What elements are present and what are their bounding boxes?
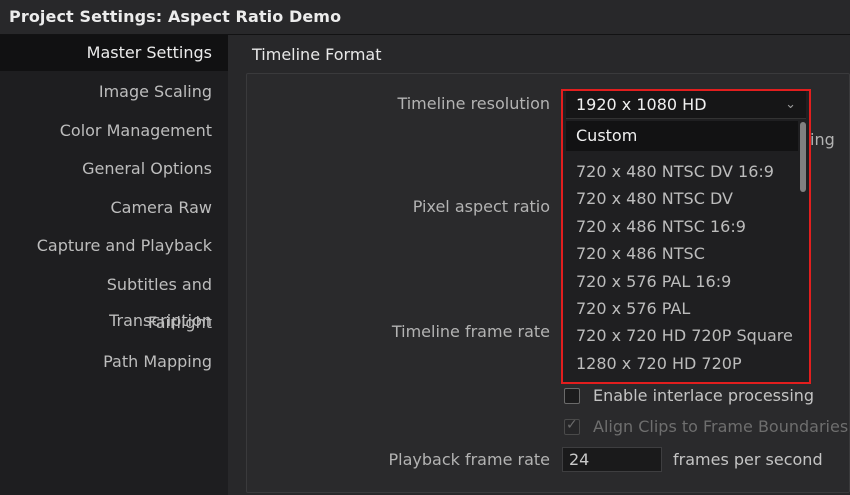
resolution-dropdown[interactable]: 1920 x 1080 HD ⌄	[566, 91, 806, 119]
sidebar-item-image-scaling[interactable]: Image Scaling	[0, 74, 228, 110]
sidebar-item-capture-playback[interactable]: Capture and Playback	[0, 228, 228, 264]
dropdown-scrollbar[interactable]	[798, 122, 808, 380]
partial-option-text: ing	[810, 130, 835, 149]
frames-per-second-label: frames per second	[673, 450, 823, 469]
resolution-option-custom[interactable]: Custom	[566, 121, 798, 151]
resolution-selected-value: 1920 x 1080 HD	[576, 95, 707, 114]
sidebar-item-path-mapping[interactable]: Path Mapping	[0, 344, 228, 380]
sidebar-item-subtitles-transcription[interactable]: Subtitles and Transcription	[0, 267, 228, 330]
align-clips-checkbox-label: Align Clips to Frame Boundaries	[593, 417, 849, 436]
resolution-option[interactable]: 720 x 480 NTSC DV	[566, 185, 798, 212]
checkmark-icon: ✓	[566, 417, 578, 433]
settings-sidebar: Master Settings Image Scaling Color Mana…	[0, 35, 228, 495]
timeline-resolution-label: Timeline resolution	[397, 94, 550, 113]
interlace-checkbox[interactable]	[564, 388, 580, 404]
resolution-option[interactable]: 720 x 486 NTSC	[566, 240, 798, 267]
resolution-option[interactable]: 720 x 576 PAL 16:9	[566, 268, 798, 295]
resolution-option[interactable]: 720 x 486 NTSC 16:9	[566, 213, 798, 240]
chevron-down-icon: ⌄	[785, 97, 796, 112]
playback-frame-rate-input[interactable]	[562, 447, 662, 472]
playback-frame-rate-label: Playback frame rate	[388, 450, 550, 469]
sidebar-item-fairlight[interactable]: Fairlight	[0, 305, 228, 341]
sidebar-item-color-management[interactable]: Color Management	[0, 113, 228, 149]
window-titlebar: Project Settings: Aspect Ratio Demo	[0, 0, 850, 35]
resolution-option[interactable]: 720 x 576 PAL	[566, 295, 798, 322]
section-title: Timeline Format	[252, 45, 382, 64]
pixel-aspect-ratio-label: Pixel aspect ratio	[412, 197, 550, 216]
window-title: Project Settings: Aspect Ratio Demo	[9, 7, 342, 26]
sidebar-item-camera-raw[interactable]: Camera Raw	[0, 190, 228, 226]
align-clips-checkbox[interactable]: ✓	[564, 417, 580, 435]
resolution-option[interactable]: 720 x 480 NTSC DV 16:9	[566, 158, 798, 185]
interlace-checkbox-label: Enable interlace processing	[593, 386, 815, 405]
sidebar-item-general-options[interactable]: General Options	[0, 151, 228, 187]
dropdown-scrollbar-thumb[interactable]	[800, 122, 806, 192]
sidebar-item-master-settings[interactable]: Master Settings	[0, 35, 228, 71]
resolution-option[interactable]: 720 x 720 HD 720P Square	[566, 322, 798, 349]
timeline-frame-rate-label: Timeline frame rate	[391, 322, 550, 341]
resolution-option[interactable]: 1280 x 720 HD 720P	[566, 350, 798, 377]
